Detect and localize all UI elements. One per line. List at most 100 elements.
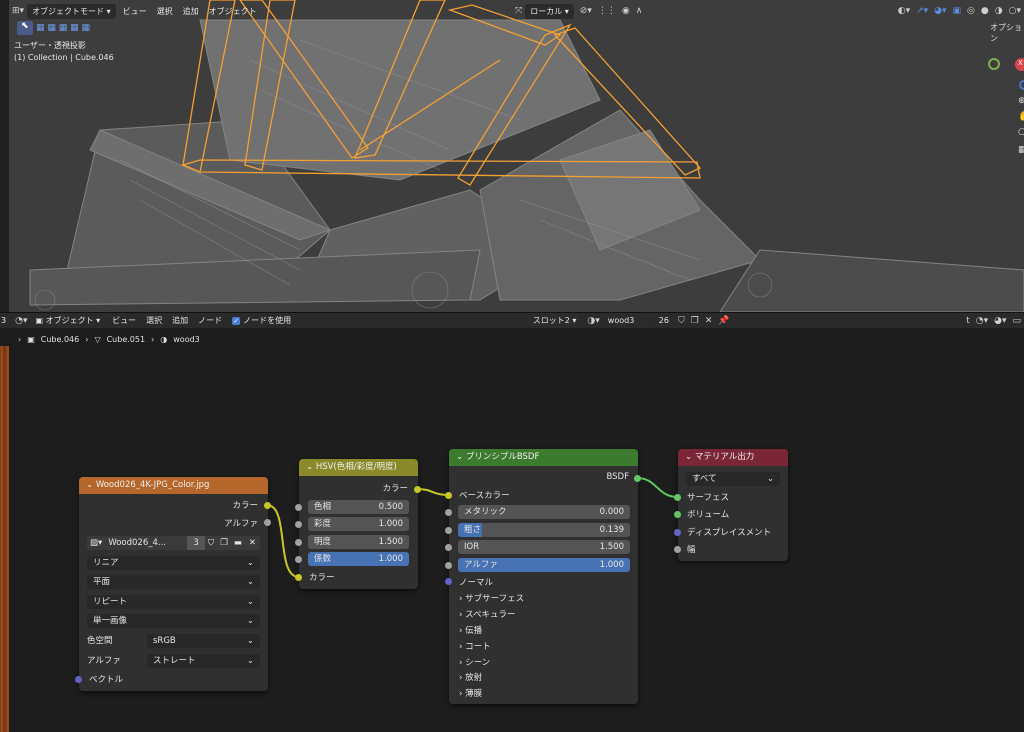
socket-volume-in[interactable] [674,511,681,518]
extension-dropdown[interactable]: リピート ⌄ [87,595,260,609]
chevron-down-icon: ⌄ [766,474,774,484]
metallic-value: 0.000 [599,507,624,517]
socket-hsv-saturation-in[interactable] [295,521,302,528]
node-header[interactable]: ⌄ Wood026_4K-JPG_Color.jpg [79,477,268,494]
colorspace-dropdown[interactable]: sRGB ⌄ [147,634,260,648]
thickness-label: 幅 [687,545,696,555]
socket-hsv-value-in[interactable] [295,539,302,546]
socket-alpha-in[interactable] [445,562,452,569]
socket-hsv-hue-in[interactable] [295,504,302,511]
interpolation-dropdown[interactable]: リニア ⌄ [87,556,260,570]
chevron-down-icon: ⌄ [246,597,254,607]
input-vector-label: ベクトル [89,675,124,685]
panel-label: 伝播 [465,626,483,636]
socket-metallic-in[interactable] [445,509,452,516]
image-icon[interactable]: ▨▾ [87,536,102,550]
colorspace-label: 色空間 [87,636,113,646]
alpha-label: アルファ [464,560,498,570]
panel-specular[interactable]: › スペキュラー [459,608,516,620]
ior-value: 1.500 [599,542,624,552]
chevron-down-icon: ⌄ [246,636,254,646]
alpha-mode-value: ストレート [153,656,196,666]
panel-thin-film[interactable]: › 薄膜 [459,687,482,699]
panel-label: コート [465,642,491,652]
metallic-field[interactable]: メタリック 0.000 [458,505,630,519]
node-title: マテリアル出力 [694,452,755,462]
metallic-label: メタリック [464,507,507,517]
panel-coat[interactable]: › コート [459,640,491,652]
socket-hsv-color-in[interactable] [295,574,302,581]
value-value: 1.500 [378,537,403,547]
saturation-field[interactable]: 彩度 1.000 [308,517,409,531]
alpha-value: 1.000 [599,560,624,570]
alpha-mode-label: アルファ [87,656,121,666]
interpolation-value: リニア [93,558,119,568]
roughness-value: 0.139 [599,525,624,535]
socket-image-vector-in[interactable] [75,676,82,683]
hue-field[interactable]: 色相 0.500 [308,500,409,514]
panel-sheen[interactable]: › シーン [459,656,490,668]
output-bsdf-label: BSDF [606,472,629,482]
extension-value: リピート [93,597,128,607]
volume-label: ボリューム [687,510,730,520]
hue-value: 0.500 [378,502,403,512]
projection-dropdown[interactable]: 平面 ⌄ [87,575,260,589]
source-value: 単一画像 [93,616,128,626]
panel-label: 放射 [465,673,483,683]
factor-label: 係数 [314,554,332,564]
panel-emission[interactable]: › 放射 [459,671,482,683]
hsv-node[interactable]: ⌄ HSV(色相/彩度/明度) カラー 色相 0.500 彩度 1.000 明度 1.… [299,459,418,589]
image-name-field[interactable]: Wood026_4... [102,536,187,550]
colorspace-value: sRGB [153,636,176,646]
chevron-down-icon: ⌄ [246,577,254,587]
alpha-mode-dropdown[interactable]: ストレート ⌄ [147,654,260,668]
folder-icon[interactable]: ▬ [231,536,245,550]
socket-image-color-out[interactable] [264,502,271,509]
target-dropdown[interactable]: すべて ⌄ [686,472,780,486]
node-header[interactable]: ⌄ プリンシプルBSDF [449,449,638,466]
panel-subsurface[interactable]: › サブサーフェス [459,592,524,604]
socket-normal-in[interactable] [445,578,452,585]
material-output-node[interactable]: ⌄ マテリアル出力 すべて ⌄ サーフェス ボリューム ディスプレイスメント 幅 [678,449,788,561]
panel-label: シーン [465,658,491,668]
saturation-value: 1.000 [378,519,403,529]
panel-label: 薄膜 [465,689,483,699]
displacement-label: ディスプレイスメント [687,528,772,538]
socket-displacement-in[interactable] [674,529,681,536]
base-color-label: ベースカラー [459,491,510,501]
panel-label: スペキュラー [465,610,516,620]
socket-roughness-in[interactable] [445,527,452,534]
socket-ior-in[interactable] [445,544,452,551]
factor-field[interactable]: 係数 1.000 [308,552,409,566]
panel-transmission[interactable]: › 伝播 [459,624,482,636]
roughness-field[interactable]: 粗さ 0.139 [458,523,630,537]
ior-field[interactable]: IOR 1.500 [458,540,630,554]
image-texture-node[interactable]: ⌄ Wood026_4K-JPG_Color.jpg カラー アルファ ▨▾ W… [79,477,268,691]
node-header[interactable]: ⌄ マテリアル出力 [678,449,788,466]
unlink-icon[interactable]: ✕ [245,536,260,550]
socket-base-color-in[interactable] [445,492,452,499]
alpha-field[interactable]: アルファ 1.000 [458,558,630,572]
output-color-label: カラー [232,501,258,511]
socket-bsdf-out[interactable] [634,475,641,482]
roughness-label: 粗さ [464,525,482,535]
node-header[interactable]: ⌄ HSV(色相/彩度/明度) [299,459,418,476]
socket-surface-in[interactable] [674,494,681,501]
node-title: プリンシプルBSDF [465,452,540,462]
surface-label: サーフェス [687,493,729,503]
socket-thickness-in[interactable] [674,546,681,553]
node-title: Wood026_4K-JPG_Color.jpg [95,480,210,490]
image-selector[interactable]: ▨▾ Wood026_4... 3 ⛉ ❐ ▬ ✕ [87,536,260,550]
duplicate-icon[interactable]: ❐ [217,536,231,550]
principled-bsdf-node[interactable]: ⌄ プリンシプルBSDF BSDF ベースカラー メタリック 0.000 粗さ 0.… [449,449,638,704]
value-field[interactable]: 明度 1.500 [308,535,409,549]
factor-value: 1.000 [378,554,403,564]
fake-user-icon[interactable]: ⛉ [205,536,217,550]
source-dropdown[interactable]: 単一画像 ⌄ [87,614,260,628]
image-user-count[interactable]: 3 [187,536,205,550]
socket-image-alpha-out[interactable] [264,519,271,526]
socket-hsv-factor-in[interactable] [295,556,302,563]
link-bsdf-to-output [636,477,679,498]
saturation-label: 彩度 [314,519,332,529]
socket-hsv-color-out[interactable] [414,486,421,493]
